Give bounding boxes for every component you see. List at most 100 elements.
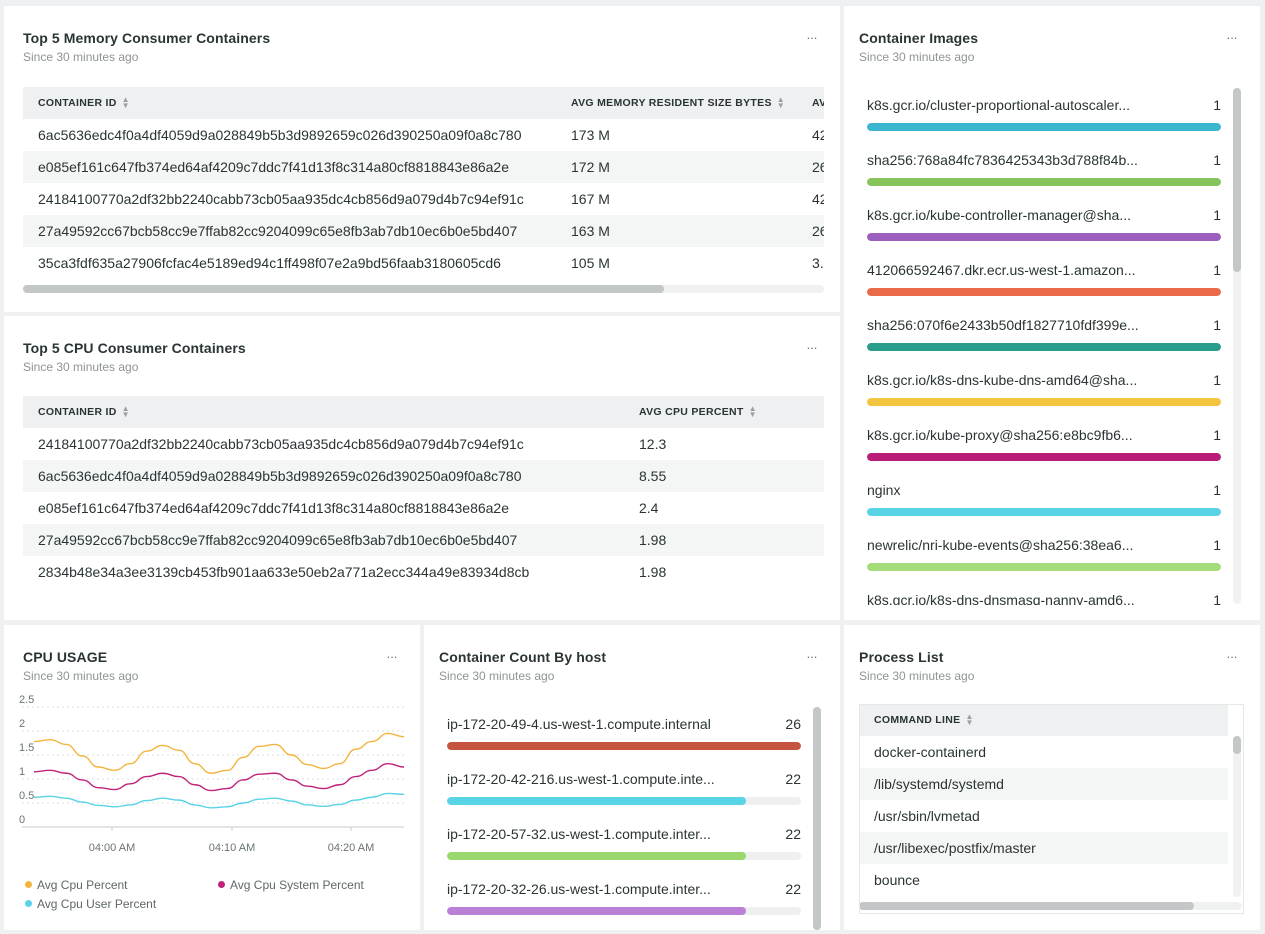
table-row[interactable]: e085ef161c647fb374ed64af4209c7ddc7f41d13…: [23, 492, 824, 524]
bar-value: 1: [1213, 427, 1221, 443]
widget-subtitle: Since 30 minutes ago: [859, 50, 975, 64]
image-list-item[interactable]: k8s.gcr.io/k8s-dns-kube-dns-amd64@sha...…: [859, 372, 1229, 427]
bar-fill: [867, 398, 1221, 406]
column-header-container-id[interactable]: CONTAINER ID ▲ ▼: [38, 396, 130, 428]
cell-memory: 167 M: [571, 191, 610, 207]
bar-fill: [447, 742, 801, 750]
image-list-item[interactable]: 412066592467.dkr.ecr.us-west-1.amazon...…: [859, 262, 1229, 317]
bar-fill: [447, 907, 747, 915]
series-line-avg-cpu-system-percent: [33, 762, 405, 792]
bar-value: 22: [785, 881, 801, 897]
legend-item-avg-cpu-percent[interactable]: Avg Cpu Percent: [25, 878, 128, 892]
widget-subtitle: Since 30 minutes ago: [23, 360, 139, 374]
widget-menu-button[interactable]: ...: [801, 647, 823, 667]
legend-dot: [25, 900, 32, 907]
process-list-widget: Process List Since 30 minutes ago ... CO…: [844, 625, 1260, 930]
cell-memory: 105 M: [571, 255, 610, 271]
widget-title: Top 5 Memory Consumer Containers: [23, 30, 271, 46]
sort-icon: ▲ ▼: [776, 95, 785, 111]
table-row[interactable]: 24184100770a2df32bb2240cabb73cb05aa935dc…: [23, 183, 824, 215]
bar-track: [447, 797, 801, 805]
sort-icon: ▲ ▼: [121, 404, 130, 420]
table-row[interactable]: 6ac5636edc4f0a4df4059d9a028849b5b3d98926…: [23, 460, 824, 492]
horizontal-scrollbar[interactable]: [23, 285, 824, 293]
image-list-item[interactable]: k8s.gcr.io/kube-controller-manager@sha..…: [859, 207, 1229, 262]
bar-track: [867, 508, 1221, 516]
host-list-item[interactable]: ip-172-20-42-216.us-west-1.compute.inte.…: [439, 771, 809, 826]
table-row[interactable]: e085ef161c647fb374ed64af4209c7ddc7f41d13…: [23, 151, 824, 183]
widget-subtitle: Since 30 minutes ago: [439, 669, 555, 683]
column-header-avg-cpu-percent[interactable]: AVG CPU PERCENT ▲ ▼: [639, 396, 757, 428]
cell-avg: 26: [812, 223, 824, 239]
bar-value: 22: [785, 771, 801, 787]
widget-menu-button[interactable]: ...: [381, 647, 403, 667]
bar-label: sha256:070f6e2433b50df1827710fdf399e...: [867, 317, 1139, 333]
bar-fill: [867, 563, 1221, 571]
widget-menu-button[interactable]: ...: [1221, 28, 1243, 48]
table-row[interactable]: 2834b48e34a3ee3139cb453fb901aa633e50eb2a…: [23, 556, 824, 588]
widget-subtitle: Since 30 minutes ago: [23, 50, 139, 64]
cell-avg: 42: [812, 191, 824, 207]
scrollbar-thumb[interactable]: [1233, 88, 1241, 272]
cell-container-id: 2834b48e34a3ee3139cb453fb901aa633e50eb2a…: [38, 564, 530, 580]
bar-value: 1: [1213, 482, 1221, 498]
image-list-item[interactable]: newrelic/nri-kube-events@sha256:38ea6...…: [859, 537, 1229, 592]
legend-item-avg-cpu-user-percent[interactable]: Avg Cpu User Percent: [25, 897, 156, 911]
cell-container-id: 6ac5636edc4f0a4df4059d9a028849b5b3d98926…: [38, 468, 522, 484]
table-row[interactable]: 6ac5636edc4f0a4df4059d9a028849b5b3d98926…: [23, 119, 824, 151]
image-list-item[interactable]: nginx 1: [859, 482, 1229, 537]
widget-menu-button[interactable]: ...: [1221, 647, 1243, 667]
bar-fill: [447, 852, 747, 860]
widget-title: Container Count By host: [439, 649, 607, 665]
bar-track: [867, 123, 1221, 131]
bar-label: ip-172-20-32-26.us-west-1.compute.inter.…: [447, 881, 711, 897]
table-header: CONTAINER ID ▲ ▼ AVG MEMORY RESIDENT SIZE …: [23, 87, 824, 119]
bar-fill: [867, 288, 1221, 296]
memory-consumers-widget: Top 5 Memory Consumer Containers Since 3…: [4, 6, 840, 312]
table-header: CONTAINER ID ▲ ▼ AVG CPU PERCENT ▲ ▼: [23, 396, 824, 428]
bar-label: k8s.gcr.io/k8s-dns-dnsmasq-nanny-amd6...: [867, 592, 1135, 605]
cell-container-id: e085ef161c647fb374ed64af4209c7ddc7f41d13…: [38, 159, 510, 175]
table-row[interactable]: 35ca3fdf635a27906fcfac4e5189ed94c1ff498f…: [23, 247, 824, 279]
scrollbar-thumb[interactable]: [23, 285, 664, 293]
bar-track: [867, 178, 1221, 186]
vertical-scrollbar[interactable]: [1233, 88, 1241, 604]
vertical-scrollbar[interactable]: [813, 707, 821, 930]
widget-menu-button[interactable]: ...: [801, 28, 823, 48]
image-list-item[interactable]: k8s.gcr.io/cluster-proportional-autoscal…: [859, 97, 1229, 152]
cell-container-id: 27a49592cc67bcb58cc9e7ffab82cc9204099c65…: [38, 223, 518, 239]
bar-fill: [447, 797, 747, 805]
bar-value: 1: [1213, 207, 1221, 223]
cpu-consumers-widget: Top 5 CPU Consumer Containers Since 30 m…: [4, 316, 840, 620]
legend-dot: [218, 881, 225, 888]
image-list-item[interactable]: k8s.gcr.io/kube-proxy@sha256:e8bc9fb6...…: [859, 427, 1229, 482]
cell-avg: 42: [812, 127, 824, 143]
widget-title: Top 5 CPU Consumer Containers: [23, 340, 246, 356]
column-header-container-id[interactable]: CONTAINER ID ▲ ▼: [38, 87, 130, 119]
image-list-item[interactable]: sha256:768a84fc7836425343b3d788f84b... 1: [859, 152, 1229, 207]
x-tick-label: 04:00 AM: [89, 842, 135, 854]
hosts-list: ip-172-20-49-4.us-west-1.compute.interna…: [439, 716, 809, 930]
y-tick-label: 0: [19, 814, 25, 826]
bar-value: 1: [1213, 317, 1221, 333]
bar-track: [867, 453, 1221, 461]
legend-item-avg-cpu-system-percent[interactable]: Avg Cpu System Percent: [218, 878, 364, 892]
widget-menu-button[interactable]: ...: [801, 338, 823, 358]
table-row[interactable]: 27a49592cc67bcb58cc9e7ffab82cc9204099c65…: [23, 524, 824, 556]
host-list-item[interactable]: ip-172-20-57-32.us-west-1.compute.inter.…: [439, 826, 809, 881]
column-header-avg-memory[interactable]: AVG MEMORY RESIDENT SIZE BYTES ▲ ▼: [571, 87, 785, 119]
cell-cpu-percent: 2.4: [639, 500, 659, 516]
bar-track: [867, 233, 1221, 241]
table-row[interactable]: 24184100770a2df32bb2240cabb73cb05aa935dc…: [23, 428, 824, 460]
table-row[interactable]: 27a49592cc67bcb58cc9e7ffab82cc9204099c65…: [23, 215, 824, 247]
image-list-item[interactable]: k8s.gcr.io/k8s-dns-dnsmasq-nanny-amd6...…: [859, 592, 1229, 605]
image-list-item[interactable]: sha256:070f6e2433b50df1827710fdf399e... 1: [859, 317, 1229, 372]
scrollbar-thumb[interactable]: [813, 707, 821, 930]
host-list-item[interactable]: ip-172-20-49-4.us-west-1.compute.interna…: [439, 716, 809, 771]
cell-memory: 163 M: [571, 223, 610, 239]
cell-avg: 26: [812, 159, 824, 175]
cpu-table: CONTAINER ID ▲ ▼ AVG CPU PERCENT ▲ ▼ 2418410…: [23, 396, 824, 588]
host-list-item[interactable]: ip-172-20-32-26.us-west-1.compute.inter.…: [439, 881, 809, 930]
column-header-avg[interactable]: AVG: [812, 87, 824, 119]
widget-subtitle: Since 30 minutes ago: [859, 669, 975, 683]
